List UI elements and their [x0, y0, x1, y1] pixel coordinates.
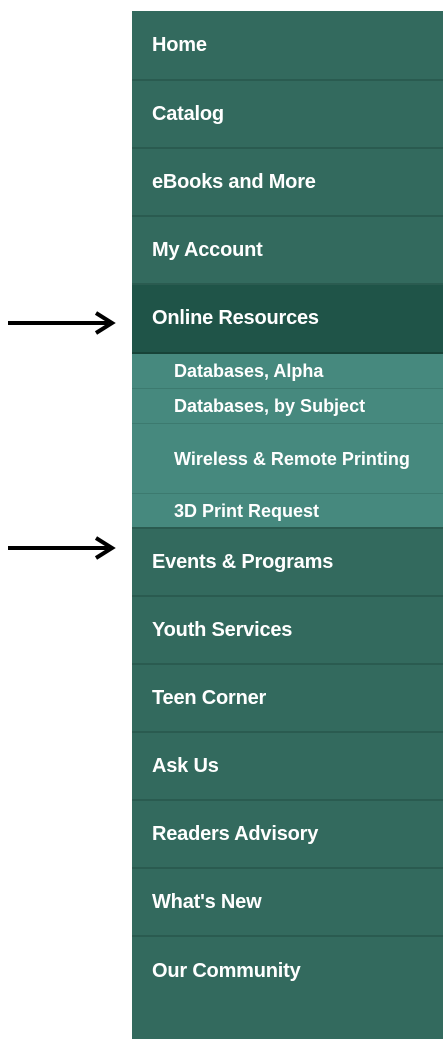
- subnav-item-label: Databases, Alpha: [174, 361, 324, 381]
- nav-item-whats-new[interactable]: What's New: [132, 869, 443, 937]
- subnav-item-databases-alpha[interactable]: Databases, Alpha: [132, 354, 443, 389]
- nav-item-label: Online Resources: [152, 307, 319, 329]
- nav-item-my-account[interactable]: My Account: [132, 217, 443, 285]
- nav-item-label: Readers Advisory: [152, 822, 319, 845]
- nav-item-label: What's New: [152, 890, 262, 913]
- page: Home Catalog eBooks and More My Account …: [0, 0, 443, 1039]
- nav-item-label: Events & Programs: [152, 550, 334, 573]
- right-arrow-icon: [8, 536, 118, 560]
- nav-item-label: Youth Services: [152, 618, 293, 641]
- subnav-item-wireless-remote-printing[interactable]: Wireless & Remote Printing: [132, 424, 443, 494]
- nav-item-label: eBooks and More: [152, 170, 316, 193]
- nav-item-our-community[interactable]: Our Community: [132, 937, 443, 1005]
- nav-item-label: Ask Us: [152, 754, 219, 777]
- nav-item-events-programs[interactable]: Events & Programs: [132, 529, 443, 597]
- subnav-item-databases-by-subject[interactable]: Databases, by Subject: [132, 389, 443, 424]
- nav-item-label: My Account: [152, 238, 263, 261]
- nav-item-online-resources[interactable]: Online Resources: [132, 285, 443, 354]
- nav-item-youth-services[interactable]: Youth Services: [132, 597, 443, 665]
- nav-item-teen-corner[interactable]: Teen Corner: [132, 665, 443, 733]
- sidebar-nav: Home Catalog eBooks and More My Account …: [132, 11, 443, 1039]
- nav-item-ebooks-and-more[interactable]: eBooks and More: [132, 149, 443, 217]
- nav-item-label: Teen Corner: [152, 686, 267, 709]
- subnav-item-label: Wireless & Remote Printing: [174, 448, 410, 469]
- nav-item-label: Our Community: [152, 959, 301, 982]
- nav-item-home[interactable]: Home: [132, 11, 443, 81]
- nav-menu: Home Catalog eBooks and More My Account …: [132, 11, 443, 1005]
- right-arrow-icon: [8, 311, 118, 335]
- nav-item-ask-us[interactable]: Ask Us: [132, 733, 443, 801]
- subnav-item-3d-print-request[interactable]: 3D Print Request: [132, 494, 443, 529]
- nav-item-catalog[interactable]: Catalog: [132, 81, 443, 149]
- online-resources-submenu: Databases, Alpha Databases, by Subject W…: [132, 354, 443, 529]
- nav-item-label: Home: [152, 33, 207, 56]
- nav-item-readers-advisory[interactable]: Readers Advisory: [132, 801, 443, 869]
- subnav-item-label: 3D Print Request: [174, 500, 320, 521]
- subnav-item-label: Databases, by Subject: [174, 396, 366, 416]
- nav-item-label: Catalog: [152, 102, 224, 125]
